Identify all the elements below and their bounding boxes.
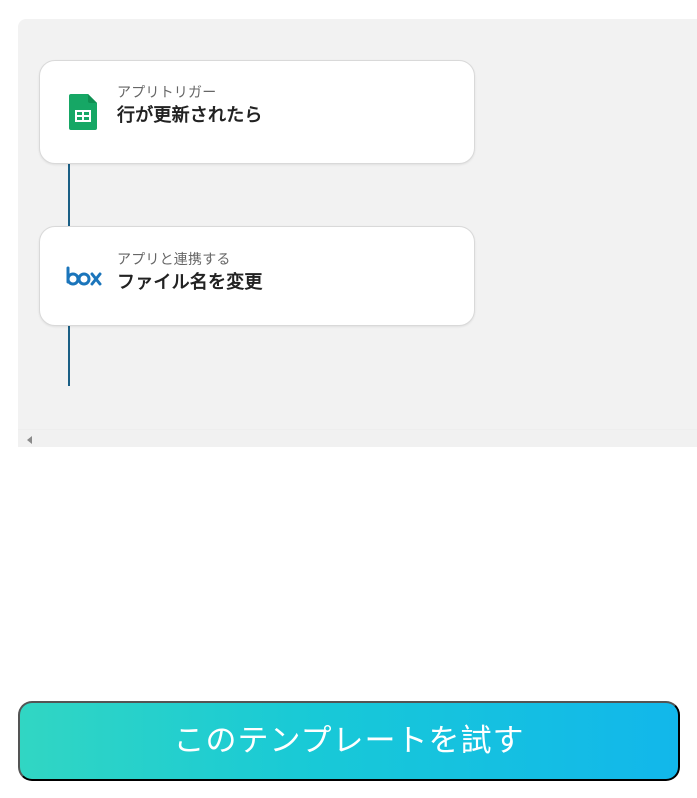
- step-subtitle: アプリと連携する: [117, 252, 231, 268]
- flow-canvas[interactable]: アプリトリガー 行が更新されたら アプリと連携する ファイル名を変更: [18, 19, 697, 447]
- box-logo-icon: [62, 255, 104, 297]
- flow-step-text: アプリトリガー 行が更新されたら: [117, 83, 456, 128]
- horizontal-scrollbar[interactable]: [18, 429, 697, 447]
- try-template-button[interactable]: このテンプレートを試す: [18, 701, 680, 781]
- flow-step-card-action[interactable]: アプリと連携する ファイル名を変更: [39, 226, 475, 326]
- flow-step-text: アプリと連携する ファイル名を変更: [117, 250, 456, 295]
- template-preview-page: アプリトリガー 行が更新されたら アプリと連携する ファイル名を変更 このテンプ…: [0, 0, 697, 798]
- step-title: ファイル名を変更: [117, 272, 263, 293]
- scroll-left-arrow-icon[interactable]: [27, 436, 32, 444]
- flow-connector-line: [68, 326, 70, 386]
- step-subtitle: アプリトリガー: [117, 85, 217, 101]
- flow-step-card-trigger[interactable]: アプリトリガー 行が更新されたら: [39, 60, 475, 164]
- step-title: 行が更新されたら: [117, 105, 263, 126]
- google-sheets-icon: [62, 91, 104, 133]
- flow-connector-line: [68, 164, 70, 226]
